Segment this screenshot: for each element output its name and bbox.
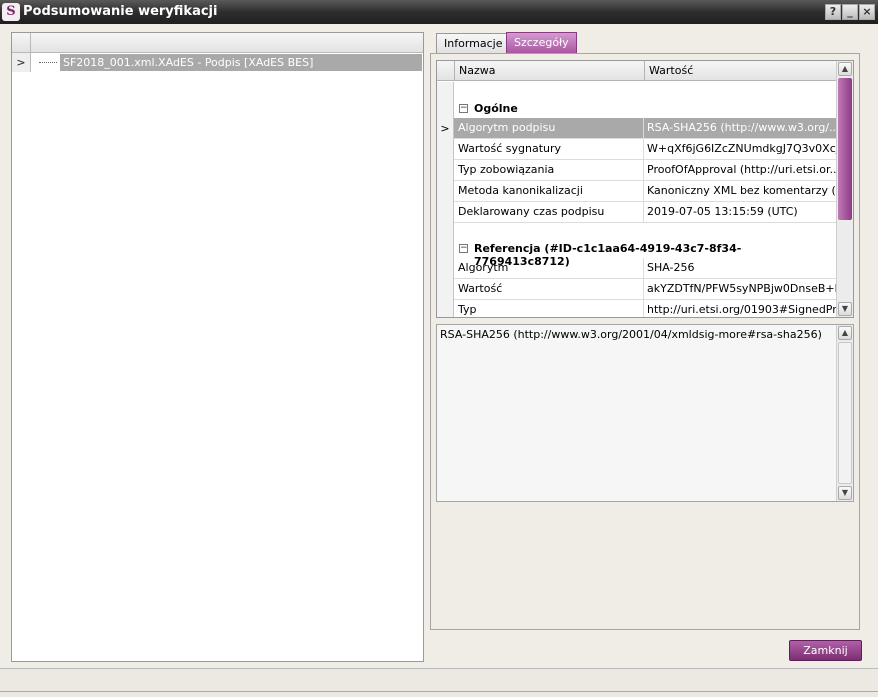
grid-row[interactable]: Algorytm SHA-256	[437, 258, 836, 279]
tree-item-label: SF2018_001.xml.XAdES - Podpis [XAdES BES…	[60, 54, 422, 71]
grid-row[interactable]: > Algorytm podpisu RSA-SHA256 (http://ww…	[437, 118, 836, 139]
window-title: Podsumowanie weryfikacji	[23, 4, 218, 19]
group-ogolne[interactable]: − Ogólne	[437, 99, 836, 119]
grid-row[interactable]: Typ zobowiązania ProofOfApproval (http:/…	[437, 160, 836, 181]
minimize-button[interactable]: _	[842, 4, 858, 20]
scroll-down-icon[interactable]: ▼	[838, 302, 852, 316]
title-bar: S Podsumowanie weryfikacji ? _ ×	[0, 0, 878, 24]
grid-header: Nazwa Wartość	[437, 61, 836, 81]
close-window-button[interactable]: ×	[859, 4, 875, 20]
status-bar	[0, 668, 878, 697]
scroll-up-icon[interactable]: ▲	[838, 62, 852, 76]
grid-row[interactable]: Metoda kanonikalizacji Kanoniczny XML be…	[437, 181, 836, 202]
grid-scrollbar[interactable]: ▲ ▼	[836, 61, 853, 317]
tab-szczegoly[interactable]: Szczegóły	[506, 32, 577, 54]
value-detail-text: RSA-SHA256 (http://www.w3.org/2001/04/xm…	[440, 328, 822, 341]
close-button[interactable]: Zamknij	[789, 640, 862, 661]
scroll-up-icon[interactable]: ▲	[838, 326, 852, 340]
row-indicator-icon: >	[12, 53, 31, 72]
detail-scrollbar[interactable]: ▲ ▼	[836, 325, 853, 501]
group-referencja[interactable]: − Referencja (#ID-c1c1aa64-4919-43c7-8f3…	[437, 239, 836, 268]
row-indicator-icon: >	[437, 118, 454, 139]
grid-row[interactable]: Deklarowany czas podpisu 2019-07-05 13:1…	[437, 202, 836, 223]
signature-tree[interactable]: > SF2018_001.xml.XAdES - Podpis [XAdES B…	[11, 32, 424, 662]
tree-item[interactable]: > SF2018_001.xml.XAdES - Podpis [XAdES B…	[12, 53, 423, 72]
tree-header	[12, 33, 423, 53]
app-logo-icon: S	[2, 3, 20, 21]
collapse-icon[interactable]: −	[459, 104, 468, 113]
scroll-down-icon[interactable]: ▼	[838, 486, 852, 500]
collapse-icon[interactable]: −	[459, 244, 468, 253]
properties-grid[interactable]: Nazwa Wartość − Ogólne > Algorytm podpis…	[436, 60, 854, 318]
help-button[interactable]: ?	[825, 4, 841, 20]
column-header-wartosc[interactable]: Wartość	[645, 61, 693, 81]
grid-row[interactable]: Wartość akYZDTfN/PFW5syNPBjw0DnseB+b...	[437, 279, 836, 300]
scroll-thumb[interactable]	[838, 78, 852, 220]
value-detail-box[interactable]: RSA-SHA256 (http://www.w3.org/2001/04/xm…	[436, 324, 854, 502]
tree-connector	[39, 62, 57, 63]
grid-row[interactable]: Typ http://uri.etsi.org/01903#SignedPr..…	[437, 300, 836, 317]
tab-informacje[interactable]: Informacje	[436, 33, 511, 54]
column-header-nazwa[interactable]: Nazwa	[455, 61, 495, 81]
scroll-thumb[interactable]	[838, 342, 852, 484]
grid-row[interactable]: Wartość sygnatury W+qXf6jG6IZcZNUmdkgJ7Q…	[437, 139, 836, 160]
